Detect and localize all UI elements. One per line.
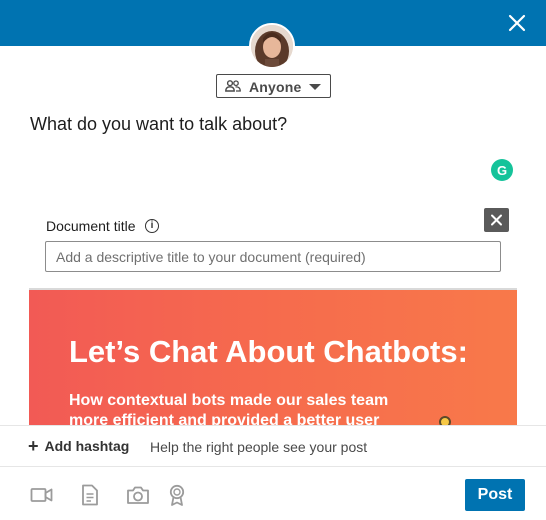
document-preview-subtitle: How contextual bots made our sales team … — [69, 392, 389, 425]
camera-icon — [127, 486, 149, 504]
people-icon — [225, 80, 241, 92]
add-photo-button[interactable] — [126, 484, 150, 506]
close-icon — [508, 14, 526, 32]
close-button[interactable] — [503, 9, 531, 37]
award-icon — [169, 484, 185, 506]
info-icon[interactable]: i — [145, 219, 159, 233]
document-title-input[interactable] — [45, 241, 501, 272]
video-icon — [30, 488, 53, 502]
document-preview: Let’s Chat About Chatbots: How contextua… — [29, 288, 517, 425]
hashtag-hint: Help the right people see your post — [150, 439, 368, 455]
hashtag-bar: + Add hashtag Help the right people see … — [0, 425, 546, 467]
lightbulb-icon — [439, 416, 451, 425]
post-text-input[interactable]: What do you want to talk about? — [30, 114, 510, 140]
chevron-down-icon — [309, 84, 321, 90]
grammarly-icon[interactable]: G — [491, 159, 513, 181]
add-video-button[interactable] — [30, 484, 54, 506]
close-icon — [491, 214, 502, 226]
remove-document-button[interactable] — [484, 208, 509, 232]
post-button[interactable]: Post — [465, 479, 525, 511]
document-icon — [82, 484, 98, 506]
add-hashtag-label: Add hashtag — [44, 438, 130, 454]
celebrate-button[interactable] — [165, 484, 189, 506]
plus-icon: + — [28, 436, 39, 456]
avatar — [249, 23, 295, 69]
add-hashtag-button[interactable]: + Add hashtag — [28, 436, 130, 456]
add-document-button[interactable] — [78, 484, 102, 506]
document-preview-heading: Let’s Chat About Chatbots: — [69, 334, 468, 369]
document-title-label: Document title — [46, 218, 136, 234]
visibility-label: Anyone — [249, 79, 302, 95]
visibility-dropdown[interactable]: Anyone — [216, 74, 331, 98]
